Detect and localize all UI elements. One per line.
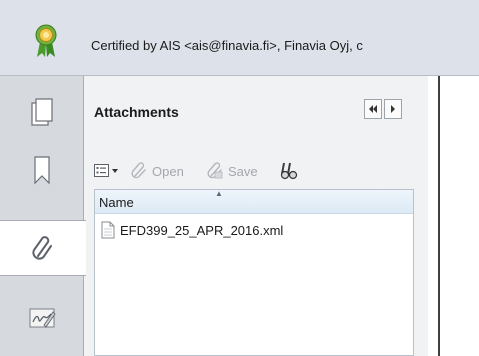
column-header-label: Name [99, 195, 134, 210]
binoculars-icon [280, 162, 298, 180]
sort-ascending-icon: ▲ [215, 189, 223, 198]
attachments-panel: Attachments Open Save ▲ Name EFD399_25_A… [84, 76, 428, 356]
signatures-icon [29, 308, 56, 328]
bookmarks-icon [34, 156, 50, 185]
options-menu-button[interactable] [94, 160, 120, 182]
certification-text: Certified by AIS <ais@finavia.fi>, Finav… [91, 38, 363, 53]
pages-icon [31, 98, 53, 126]
open-label: Open [152, 163, 184, 179]
xml-file-icon [101, 221, 115, 239]
nav-pages-button[interactable] [0, 84, 84, 140]
save-paperclip-icon [207, 162, 223, 179]
open-attachment-button[interactable]: Open [130, 160, 184, 182]
options-menu-icon [94, 164, 118, 177]
panel-title: Attachments [94, 104, 179, 120]
attachment-filename: EFD399_25_APR_2016.xml [120, 222, 284, 238]
attachments-list: ▲ Name EFD399_25_APR_2016.xml [94, 189, 414, 356]
nav-signatures-button[interactable] [0, 290, 84, 346]
nav-bookmarks-button[interactable] [0, 142, 84, 198]
save-label: Save [228, 163, 258, 179]
double-left-arrow-icon [369, 105, 377, 113]
navigation-pane [0, 76, 86, 356]
nav-attachments-button[interactable] [0, 220, 86, 276]
certification-bar: Certified by AIS <ais@finavia.fi>, Finav… [0, 0, 479, 76]
save-attachment-button[interactable]: Save [206, 160, 258, 182]
certificate-ribbon-icon [35, 24, 57, 57]
column-header-name[interactable]: ▲ Name [95, 189, 413, 214]
search-attachments-button[interactable] [280, 160, 300, 182]
attachments-toolbar: Open Save [94, 160, 424, 184]
certification-icon-area [0, 0, 84, 75]
open-paperclip-icon [131, 162, 146, 179]
right-arrow-icon [391, 105, 395, 113]
attachments-paperclip-icon [32, 236, 52, 260]
attachment-row[interactable]: EFD399_25_APR_2016.xml [101, 220, 283, 240]
expand-panel-button[interactable] [384, 99, 402, 119]
document-view[interactable] [440, 76, 479, 356]
panel-splitter[interactable] [428, 76, 438, 356]
collapse-panel-button[interactable] [364, 99, 382, 119]
